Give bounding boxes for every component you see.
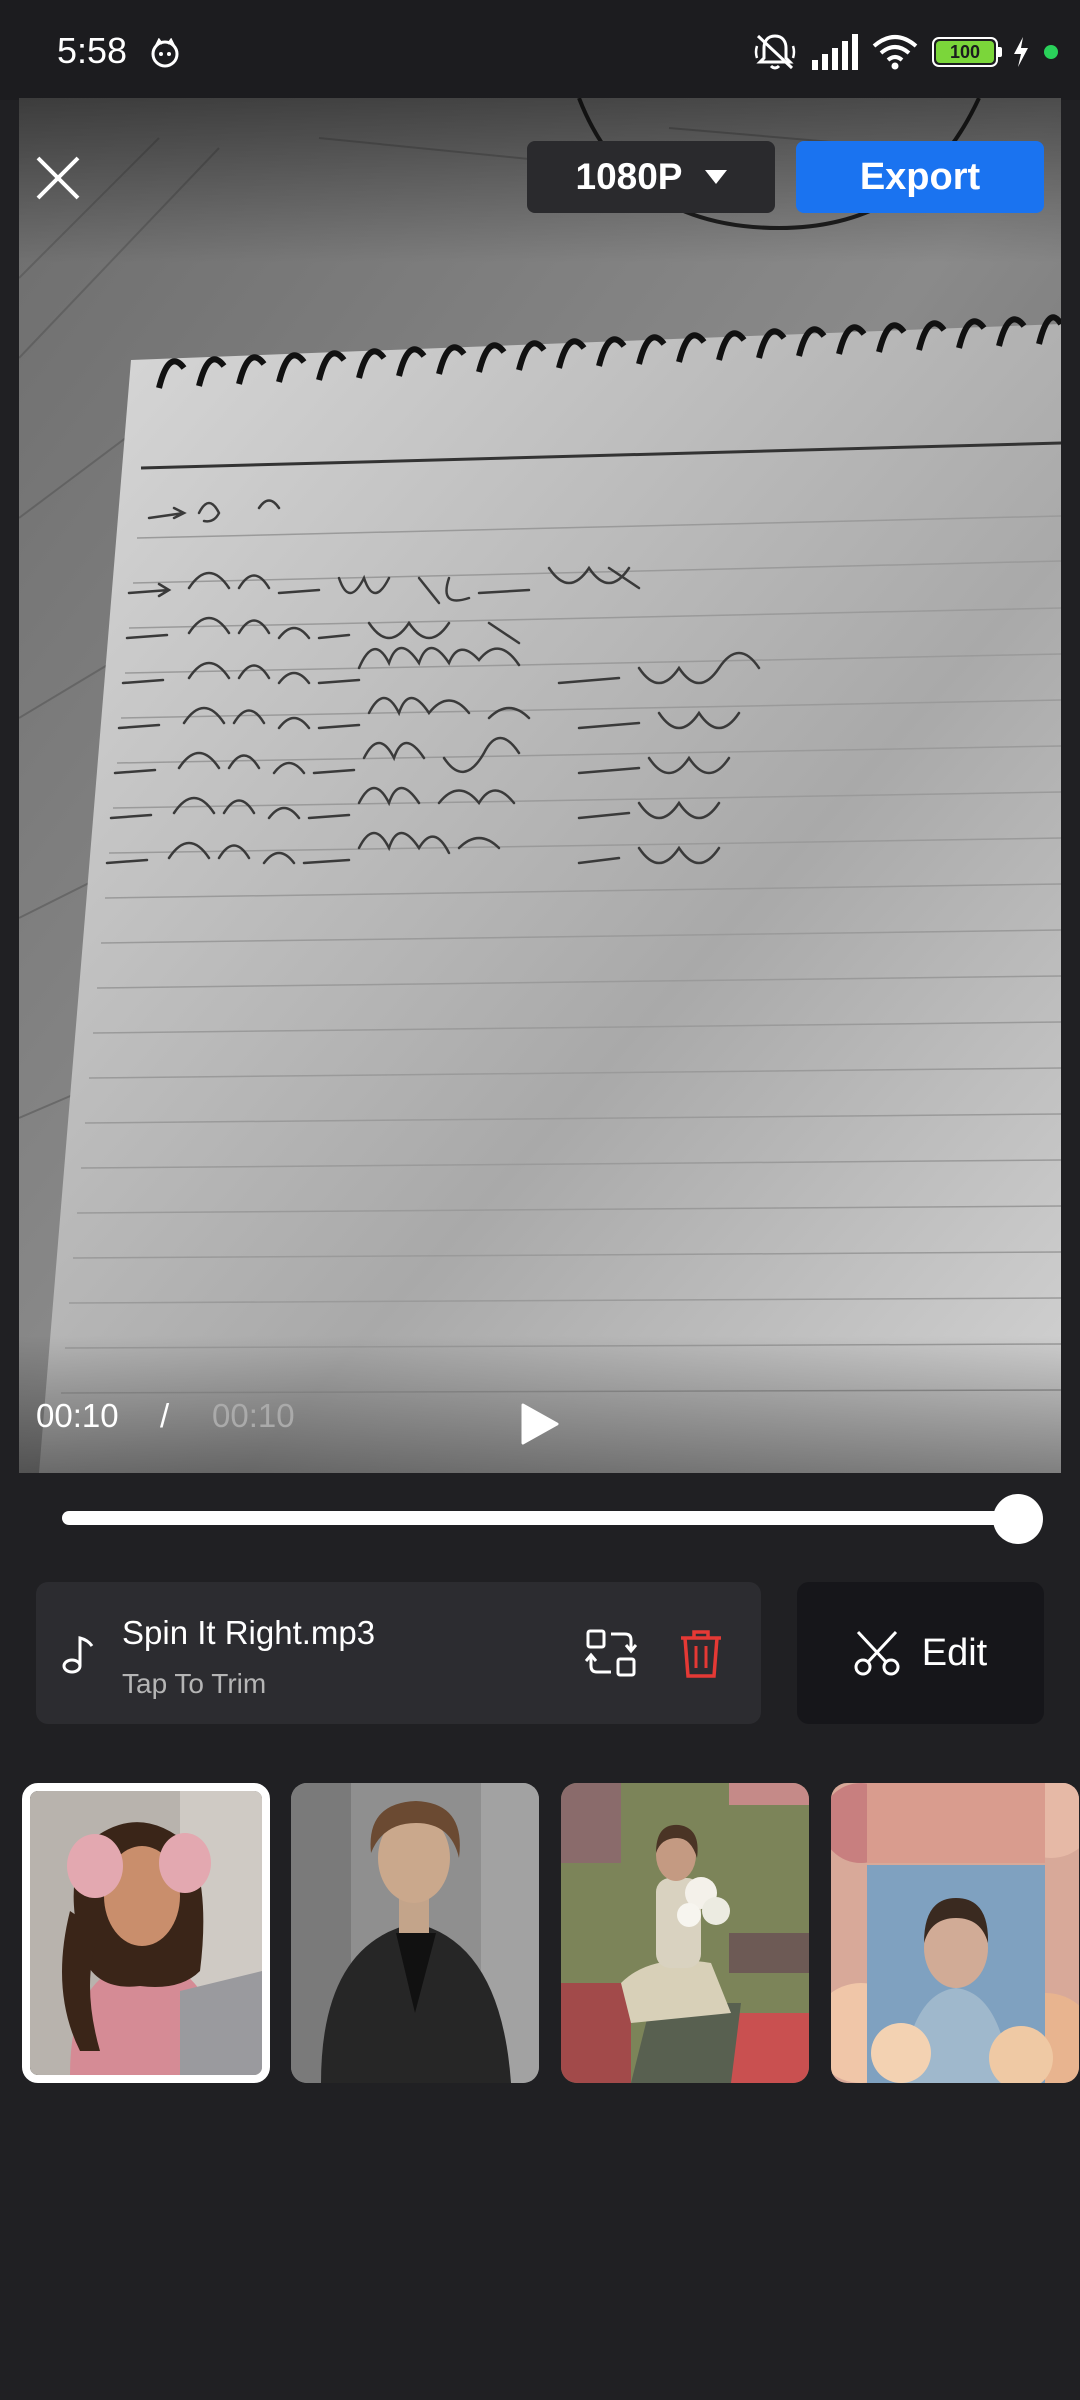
signal-icon	[812, 34, 858, 70]
seek-bar-track[interactable]	[62, 1511, 1017, 1525]
clip-thumbnail-3[interactable]	[561, 1783, 809, 2083]
clip-woman-black-blazer	[291, 1783, 539, 2083]
charging-bolt-icon	[1014, 37, 1028, 67]
replace-audio-icon[interactable]	[585, 1628, 637, 1678]
music-note-icon	[62, 1636, 94, 1674]
status-bar: 5:58 100	[0, 0, 1080, 100]
video-preview[interactable]	[19, 98, 1061, 1473]
green-dot-indicator	[1044, 45, 1058, 59]
close-icon[interactable]	[32, 152, 84, 204]
battery-icon: 100	[932, 37, 1002, 67]
seek-bar-thumb[interactable]	[993, 1494, 1043, 1544]
muted-bell-icon	[754, 34, 796, 70]
audio-trim-hint: Tap To Trim	[122, 1668, 267, 1699]
resolution-dropdown[interactable]: 1080P	[527, 141, 775, 213]
time-separator: /	[160, 1397, 170, 1434]
cat-app-icon	[151, 38, 179, 68]
edit-button[interactable]: Edit	[797, 1582, 1044, 1724]
status-icons: 100	[754, 30, 1058, 74]
audio-track-name: Spin It Right.mp3	[122, 1614, 376, 1651]
clip-thumbnail-2[interactable]	[291, 1783, 539, 2083]
wifi-icon	[872, 35, 918, 70]
clip-woman-pink-earmuffs	[30, 1791, 262, 2075]
total-time: 00:10	[212, 1397, 295, 1434]
delete-audio-icon[interactable]	[679, 1628, 723, 1680]
status-time: 5:58	[57, 30, 128, 71]
audio-track-card[interactable]: Spin It Right.mp3 Tap To Trim	[36, 1582, 761, 1724]
edit-label: Edit	[921, 1631, 988, 1674]
scissors-icon	[854, 1630, 900, 1676]
play-icon[interactable]	[520, 1402, 560, 1446]
current-time: 00:10	[36, 1397, 119, 1434]
clip-woman-floral-collage	[831, 1783, 1079, 2083]
clip-thumbnail-4[interactable]	[831, 1783, 1079, 2083]
clip-woman-with-flowers-collage	[561, 1783, 809, 2083]
caret-down-icon	[704, 170, 727, 184]
clip-thumbnail-1[interactable]	[22, 1783, 270, 2083]
resolution-label: 1080P	[575, 156, 683, 197]
export-button[interactable]: Export	[796, 141, 1044, 213]
battery-level: 100	[936, 41, 994, 63]
notebook-photo	[19, 98, 1061, 1473]
